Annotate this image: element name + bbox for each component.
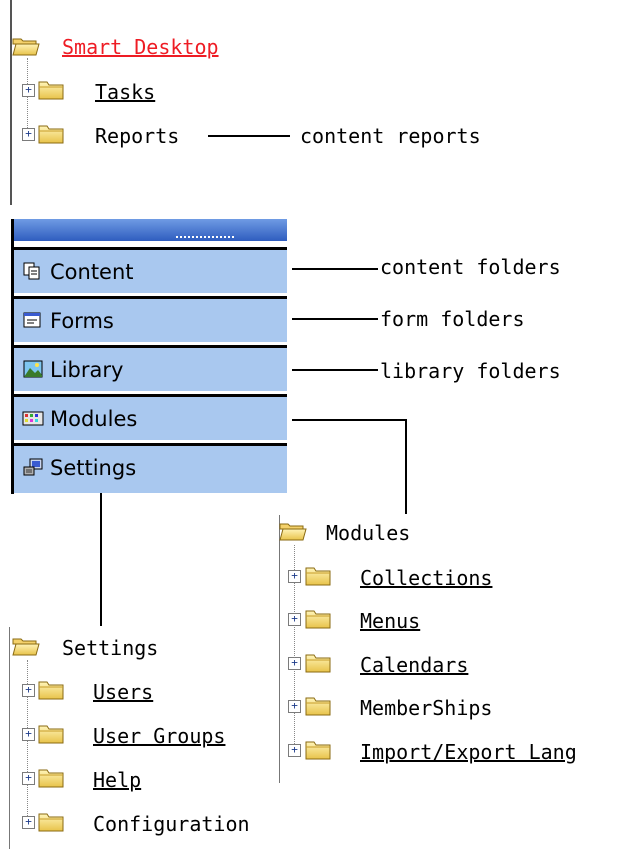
panel-item-label: Content (50, 260, 134, 284)
tree-item-collections[interactable]: Collections (360, 565, 492, 591)
callout-line (292, 318, 378, 320)
panel-item-forms[interactable]: Forms (14, 296, 287, 342)
content-icon (23, 262, 40, 280)
library-icon (23, 360, 43, 378)
panel-item-library[interactable]: Library (14, 345, 287, 391)
panel-item-label: Modules (50, 407, 138, 431)
expand-icon[interactable]: + (22, 84, 35, 97)
panel-item-label: Settings (50, 456, 137, 480)
panel-item-content[interactable]: Content (14, 247, 287, 293)
expand-icon[interactable]: + (288, 700, 301, 713)
settings-tree-border (9, 627, 10, 849)
callout-line (208, 135, 290, 137)
folder-closed-icon (304, 739, 332, 761)
expand-icon[interactable]: + (288, 744, 301, 757)
folder-closed-icon (37, 123, 65, 145)
tree-item-user-groups[interactable]: User Groups (93, 723, 225, 749)
modules-tree-root[interactable]: Modules (326, 520, 410, 546)
callout-line (292, 369, 378, 371)
folder-closed-icon (304, 565, 332, 587)
folder-closed-icon (37, 767, 65, 789)
folder-closed-icon (304, 608, 332, 630)
expand-icon[interactable]: + (22, 728, 35, 741)
folder-closed-icon (304, 652, 332, 674)
tree-connector (27, 58, 28, 136)
tree-item-help[interactable]: Help (93, 767, 141, 793)
tree-item-tasks[interactable]: Tasks (95, 79, 155, 105)
panel-item-settings[interactable]: Settings (14, 443, 287, 493)
folder-closed-icon (304, 695, 332, 717)
annotation-library-folders: library folders (380, 359, 561, 383)
callout-line (405, 419, 407, 514)
settings-tree-root[interactable]: Settings (62, 635, 158, 661)
smart-desktop-link[interactable]: Smart Desktop (62, 34, 219, 60)
callout-line (292, 419, 407, 421)
folder-closed-icon (37, 811, 65, 833)
expand-icon[interactable]: + (288, 613, 301, 626)
panel-item-label: Forms (50, 309, 114, 333)
folder-open-icon (279, 520, 307, 542)
modules-tree-border (279, 515, 280, 783)
tree-item-reports[interactable]: Reports (95, 123, 179, 149)
expand-icon[interactable]: + (22, 684, 35, 697)
folder-open-icon (12, 35, 40, 57)
folder-closed-icon (37, 679, 65, 701)
forms-icon (23, 312, 41, 328)
tree-item-memberships[interactable]: MemberShips (360, 695, 492, 721)
folder-closed-icon (37, 79, 65, 101)
modules-icon (22, 411, 44, 426)
tree-item-calendars[interactable]: Calendars (360, 652, 468, 678)
tree-item-users[interactable]: Users (93, 679, 153, 705)
tree-item-configuration[interactable]: Configuration (93, 811, 250, 837)
expand-icon[interactable]: + (288, 657, 301, 670)
folder-closed-icon (37, 723, 65, 745)
annotation-content-folders: content folders (380, 255, 561, 279)
expand-icon[interactable]: + (22, 772, 35, 785)
panel-header (14, 219, 287, 241)
expand-icon[interactable]: + (288, 570, 301, 583)
panel-grip[interactable] (176, 236, 234, 241)
tree-item-import-export-lang[interactable]: Import/Export Lang (360, 739, 577, 765)
folder-open-icon (12, 635, 40, 657)
settings-icon (23, 458, 43, 476)
callout-line (100, 493, 102, 626)
annotation-form-folders: form folders (380, 307, 525, 331)
panel-item-modules[interactable]: Modules (14, 394, 287, 440)
tree-item-menus[interactable]: Menus (360, 608, 420, 634)
callout-line (292, 268, 378, 270)
panel-item-label: Library (50, 358, 124, 382)
annotation-content-reports: content reports (300, 124, 481, 148)
expand-icon[interactable]: + (22, 816, 35, 829)
left-guide-line (10, 0, 12, 205)
expand-icon[interactable]: + (22, 128, 35, 141)
